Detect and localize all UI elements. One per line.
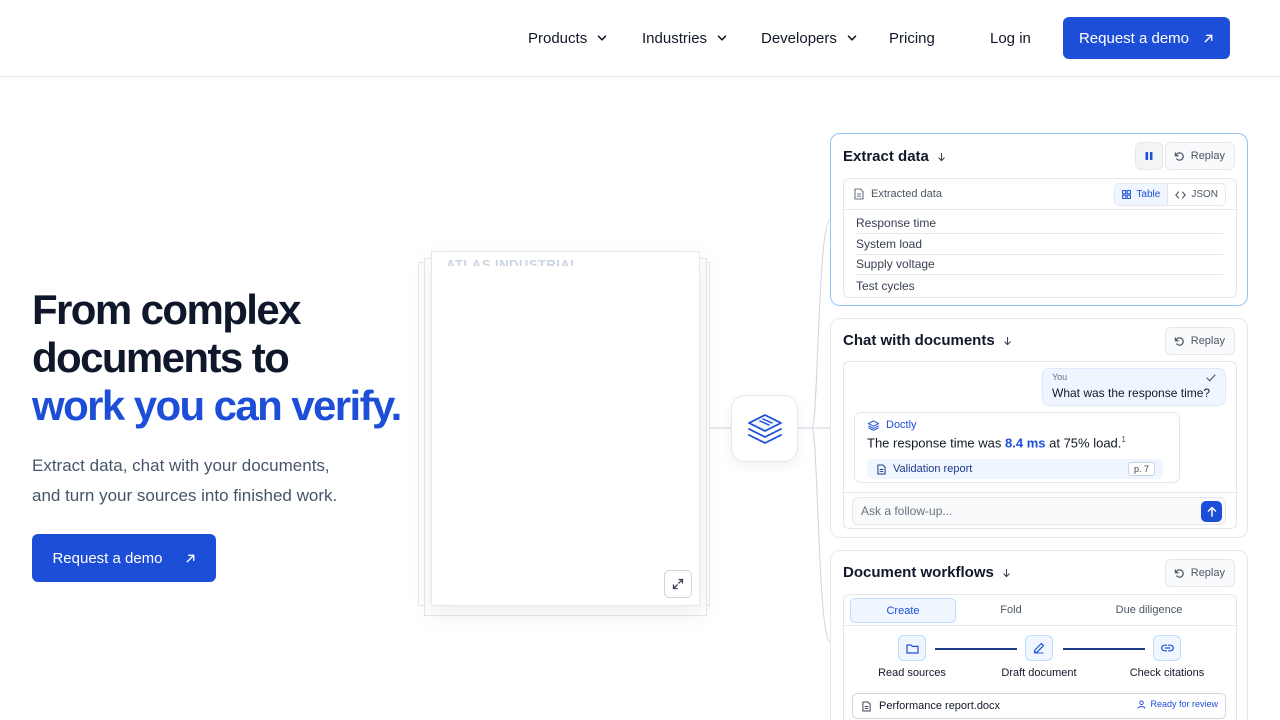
- workflows-title-label: Document workflows: [843, 564, 994, 581]
- code-icon: [1175, 190, 1187, 199]
- tab-due-diligence[interactable]: Due diligence: [1066, 598, 1232, 623]
- step-draft-document[interactable]: [1025, 635, 1053, 661]
- citation-doc-name: Validation report: [893, 463, 973, 475]
- status-label: Ready for review: [1150, 699, 1218, 709]
- pause-icon: [1145, 152, 1153, 160]
- follow-up-input[interactable]: Ask a follow-up...: [852, 497, 1226, 525]
- view-table-label: Table: [1136, 189, 1161, 200]
- step-label: Check citations: [1129, 667, 1205, 679]
- extract-replay-button[interactable]: Replay: [1164, 142, 1235, 170]
- send-button[interactable]: [1201, 501, 1222, 522]
- user-question: What was the response time?: [1052, 386, 1211, 400]
- answer-prefix: The response time was: [867, 435, 1006, 451]
- pause-button[interactable]: [1135, 142, 1163, 170]
- document-icon: [877, 464, 886, 474]
- layers-logo-icon: [867, 419, 880, 431]
- chat-replay-button[interactable]: Replay: [1164, 327, 1235, 355]
- view-json-tab[interactable]: JSON: [1168, 184, 1225, 205]
- assistant-name-label: Doctly: [886, 419, 917, 431]
- folder-icon: [905, 643, 919, 654]
- extracted-data-header: Extracted data Table JSON: [844, 179, 1236, 210]
- extract-data-title-label: Extract data: [843, 148, 929, 165]
- chat-title-label: Chat with documents: [843, 332, 995, 349]
- answer-footnote[interactable]: 1: [1121, 435, 1125, 444]
- assistant-name: Doctly: [867, 419, 917, 431]
- chat-replay-label: Replay: [1190, 335, 1225, 347]
- view-table-tab[interactable]: Table: [1115, 184, 1169, 205]
- check-icon: [1206, 374, 1216, 382]
- view-toggle: Table JSON: [1114, 183, 1226, 206]
- view-json-label: JSON: [1191, 189, 1218, 200]
- expand-icon: [672, 578, 684, 590]
- output-file-name: Performance report.docx: [879, 700, 1001, 712]
- workflow-card: Create Fold Due diligence Read sources D…: [843, 594, 1237, 720]
- citation-chip[interactable]: Validation report p. 7: [867, 459, 1163, 479]
- document-icon: [854, 188, 864, 200]
- step-connector: [935, 648, 1017, 650]
- expand-document-button[interactable]: [664, 570, 692, 598]
- document-preview: ATLAS INDUSTRIAL: [431, 251, 700, 606]
- user-icon: [1138, 700, 1146, 709]
- arrow-down-icon: [1003, 568, 1010, 577]
- user-message: You What was the response time?: [1042, 368, 1226, 406]
- document-icon: [862, 701, 871, 711]
- step-check-citations[interactable]: [1153, 635, 1181, 661]
- extract-data-title[interactable]: Extract data: [843, 148, 946, 165]
- assistant-answer: The response time was 8.4 ms at 75% load…: [867, 435, 1126, 450]
- step-label: Read sources: [878, 667, 946, 679]
- table-row: Supply voltage: [856, 254, 1223, 275]
- output-file-row[interactable]: Performance report.docx Ready for review: [852, 693, 1226, 719]
- grid-icon: [1122, 190, 1132, 199]
- chat-title[interactable]: Chat with documents: [843, 332, 1012, 349]
- arrow-down-icon: [938, 152, 945, 161]
- workflows-panel: Document workflows Replay Create Fold Du…: [830, 550, 1248, 720]
- step-label: Draft document: [1001, 667, 1077, 679]
- arrow-down-icon: [1003, 336, 1011, 345]
- step-read-sources[interactable]: [898, 635, 926, 661]
- replay-icon: [1174, 568, 1184, 578]
- layers-logo-icon: [747, 413, 782, 444]
- workflow-tabs: Create Fold Due diligence: [844, 595, 1236, 626]
- table-row: System load: [856, 234, 1223, 255]
- table-row: Test cycles: [856, 279, 915, 293]
- assistant-message: Doctly The response time was 8.4 ms at 7…: [854, 412, 1180, 483]
- extract-data-panel: Extract data Replay Extracted data Table…: [830, 133, 1248, 306]
- workflows-replay-label: Replay: [1190, 567, 1225, 579]
- extracted-data-card: Extracted data Table JSON Response time …: [843, 178, 1237, 298]
- arrow-up-icon: [1207, 506, 1216, 517]
- workflows-replay-button[interactable]: Replay: [1164, 559, 1235, 587]
- answer-highlight: 8.4 ms: [1005, 435, 1046, 451]
- step-connector: [1063, 648, 1145, 650]
- tab-fold[interactable]: Fold: [958, 598, 1064, 623]
- user-label: You: [1052, 372, 1068, 382]
- follow-up-placeholder: Ask a follow-up...: [861, 504, 953, 518]
- answer-suffix: at 75% load.: [1045, 435, 1122, 451]
- replay-icon: [1174, 151, 1184, 161]
- tab-create[interactable]: Create: [850, 598, 956, 623]
- hub-node: [731, 395, 798, 462]
- document-heading: ATLAS INDUSTRIAL: [446, 257, 579, 266]
- divider: [844, 492, 1236, 493]
- link-icon: [1160, 644, 1174, 652]
- status-badge: Ready for review: [1137, 699, 1218, 709]
- chat-panel: Chat with documents Replay You What was …: [830, 318, 1248, 538]
- extract-replay-label: Replay: [1190, 150, 1225, 162]
- pencil-icon: [1033, 642, 1045, 654]
- chat-card: You What was the response time? Doctly T…: [843, 361, 1237, 529]
- table-row: Response time: [856, 213, 1223, 234]
- citation-page: p. 7: [1127, 462, 1155, 476]
- replay-icon: [1174, 336, 1184, 346]
- extracted-data-label: Extracted data: [871, 188, 942, 200]
- workflows-title[interactable]: Document workflows: [843, 564, 1011, 581]
